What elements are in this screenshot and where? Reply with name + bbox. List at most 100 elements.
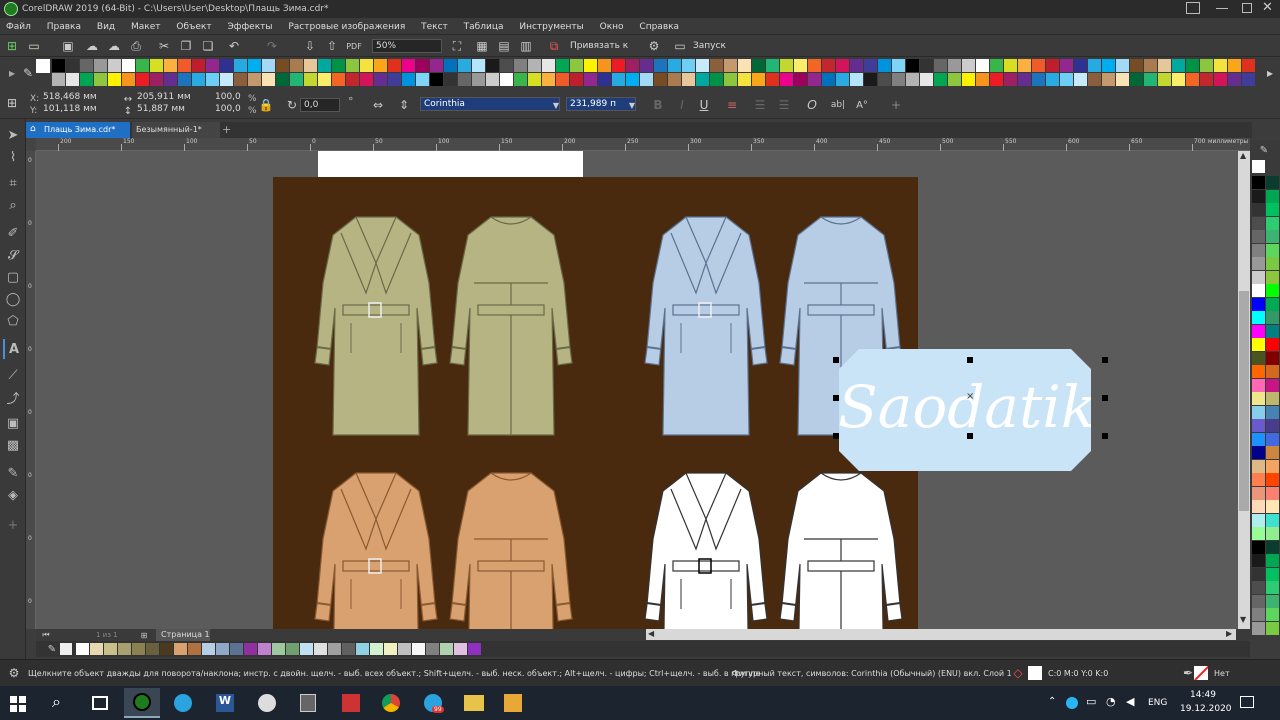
scroll-down-icon[interactable]: ▼ bbox=[1240, 615, 1246, 624]
palette-swatch[interactable] bbox=[1252, 446, 1265, 459]
menu-item-text[interactable]: Текст bbox=[421, 22, 448, 32]
palette-swatch[interactable] bbox=[850, 73, 863, 86]
coreldraw-taskbar-icon[interactable] bbox=[124, 688, 160, 718]
palette-swatch[interactable] bbox=[640, 73, 653, 86]
palette-swatch[interactable] bbox=[1252, 230, 1265, 243]
palette-swatch[interactable] bbox=[1252, 311, 1265, 324]
doc-palette-swatch[interactable] bbox=[76, 643, 89, 655]
palette-swatch[interactable] bbox=[444, 59, 457, 72]
palette-swatch[interactable] bbox=[234, 59, 247, 72]
palette-swatch[interactable] bbox=[1074, 59, 1087, 72]
palette-swatch[interactable] bbox=[500, 59, 513, 72]
new-document-icon[interactable]: ⊞ bbox=[4, 38, 20, 54]
palette-swatch[interactable] bbox=[598, 59, 611, 72]
palette-swatch[interactable] bbox=[752, 59, 765, 72]
import-icon[interactable]: ⇩ bbox=[302, 38, 318, 54]
palette-swatch[interactable] bbox=[542, 59, 555, 72]
trench-coat-back[interactable] bbox=[446, 213, 576, 445]
palette-swatch[interactable] bbox=[430, 73, 443, 86]
palette-swatch[interactable] bbox=[570, 73, 583, 86]
search-icon[interactable]: ⌕ bbox=[52, 692, 61, 712]
palette-swatch[interactable] bbox=[1172, 59, 1185, 72]
rotation-angle-input[interactable]: 0,0 bbox=[300, 98, 340, 112]
eyedropper-palette-icon[interactable]: ✎ bbox=[20, 65, 36, 81]
palette-swatch[interactable] bbox=[1144, 59, 1157, 72]
cloud-save-icon[interactable]: ☁ bbox=[106, 38, 122, 54]
text-tool-icon[interactable]: A bbox=[3, 339, 23, 359]
status-gear-icon[interactable]: ⚙ bbox=[6, 665, 22, 681]
text-properties-icon[interactable]: A° bbox=[854, 97, 870, 113]
freehand-tool-icon[interactable]: ✐ bbox=[3, 223, 23, 243]
palette-swatch[interactable] bbox=[1252, 284, 1265, 297]
palette-swatch[interactable] bbox=[724, 59, 737, 72]
palette-swatch[interactable] bbox=[598, 73, 611, 86]
palette-swatch[interactable] bbox=[66, 59, 79, 72]
app-grid-icon[interactable] bbox=[342, 694, 360, 712]
palette-swatch[interactable] bbox=[1266, 500, 1279, 513]
doc-palette-swatch[interactable] bbox=[440, 643, 453, 655]
palette-swatch[interactable] bbox=[920, 73, 933, 86]
palette-swatch[interactable] bbox=[1252, 473, 1265, 486]
right-palette-eyedropper-icon[interactable]: ✎ bbox=[1256, 142, 1272, 158]
palette-swatch[interactable] bbox=[1200, 59, 1213, 72]
palette-swatch[interactable] bbox=[1266, 392, 1279, 405]
zoom-tool-icon[interactable]: ⌕ bbox=[3, 195, 23, 215]
palette-swatch[interactable] bbox=[1252, 216, 1265, 230]
horizontal-scrollbar[interactable]: ◀ ▶ bbox=[646, 629, 1236, 640]
top-color-palette[interactable]: ▸ ✎ ▸ bbox=[0, 57, 1280, 89]
hscroll-left-icon[interactable]: ◀ bbox=[648, 629, 654, 638]
chrome-icon[interactable] bbox=[382, 694, 400, 712]
new-tab-icon[interactable]: + bbox=[222, 123, 231, 136]
palette-swatch[interactable] bbox=[1266, 581, 1279, 594]
palette-swatch[interactable] bbox=[1252, 459, 1265, 473]
selection-handle-bl[interactable] bbox=[833, 433, 839, 439]
palette-swatch[interactable] bbox=[1116, 73, 1129, 86]
palette-swatch[interactable] bbox=[1252, 324, 1265, 338]
palette-swatch[interactable] bbox=[52, 59, 65, 72]
palette-swatch[interactable] bbox=[262, 73, 275, 86]
cloud-open-icon[interactable]: ☁ bbox=[84, 38, 100, 54]
selection-handle-ml[interactable] bbox=[833, 395, 839, 401]
palette-swatch[interactable] bbox=[654, 73, 667, 86]
right-palette-nocolor[interactable] bbox=[1252, 160, 1265, 173]
palette-swatch[interactable] bbox=[1266, 378, 1279, 392]
palette-swatch[interactable] bbox=[1214, 73, 1227, 86]
palette-swatch[interactable] bbox=[1266, 446, 1279, 459]
palette-swatch[interactable] bbox=[1252, 351, 1265, 365]
word-icon[interactable]: W bbox=[216, 694, 234, 712]
page-1-tab[interactable]: Страница 1 bbox=[156, 629, 210, 641]
palette-swatch[interactable] bbox=[220, 59, 233, 72]
mirror-vertical-icon[interactable]: ⇕ bbox=[396, 97, 412, 113]
palette-swatch[interactable] bbox=[1004, 59, 1017, 72]
palette-swatch[interactable] bbox=[1266, 230, 1279, 243]
palette-swatch[interactable] bbox=[626, 73, 639, 86]
rectangle-tool-icon[interactable]: ▢ bbox=[3, 267, 23, 287]
palette-swatch[interactable] bbox=[360, 73, 373, 86]
palette-swatch[interactable] bbox=[94, 73, 107, 86]
paste-icon[interactable]: ❏ bbox=[200, 38, 216, 54]
palette-swatch[interactable] bbox=[1266, 567, 1279, 581]
parallel-dimension-icon[interactable]: ⟋ bbox=[3, 365, 23, 385]
file-explorer-icon[interactable] bbox=[464, 695, 484, 711]
palette-swatch[interactable] bbox=[724, 73, 737, 86]
tab-plashch-zima[interactable]: ⌂ Плащь Зима.cdr* bbox=[26, 122, 130, 138]
doc-palette-swatch[interactable] bbox=[230, 643, 243, 655]
doc-palette-swatch[interactable] bbox=[300, 643, 313, 655]
palette-swatch[interactable] bbox=[1252, 527, 1265, 540]
palette-swatch[interactable] bbox=[794, 73, 807, 86]
palette-swatch[interactable] bbox=[1252, 513, 1265, 527]
italic-icon[interactable]: I bbox=[674, 97, 690, 113]
doc-palette-nocolor[interactable] bbox=[60, 643, 72, 655]
palette-swatch[interactable] bbox=[612, 59, 625, 72]
palette-swatch[interactable] bbox=[136, 59, 149, 72]
palette-swatch[interactable] bbox=[612, 73, 625, 86]
palette-swatch[interactable] bbox=[388, 59, 401, 72]
palette-swatch[interactable] bbox=[1116, 59, 1129, 72]
palette-swatch[interactable] bbox=[136, 73, 149, 86]
trench-coat-front[interactable] bbox=[311, 469, 441, 629]
pick-tool-icon[interactable]: ➤ bbox=[3, 125, 23, 145]
palette-swatch[interactable] bbox=[668, 73, 681, 86]
palette-swatch[interactable] bbox=[1046, 73, 1059, 86]
palette-swatch[interactable] bbox=[1158, 73, 1171, 86]
palette-swatch[interactable] bbox=[1266, 189, 1279, 203]
